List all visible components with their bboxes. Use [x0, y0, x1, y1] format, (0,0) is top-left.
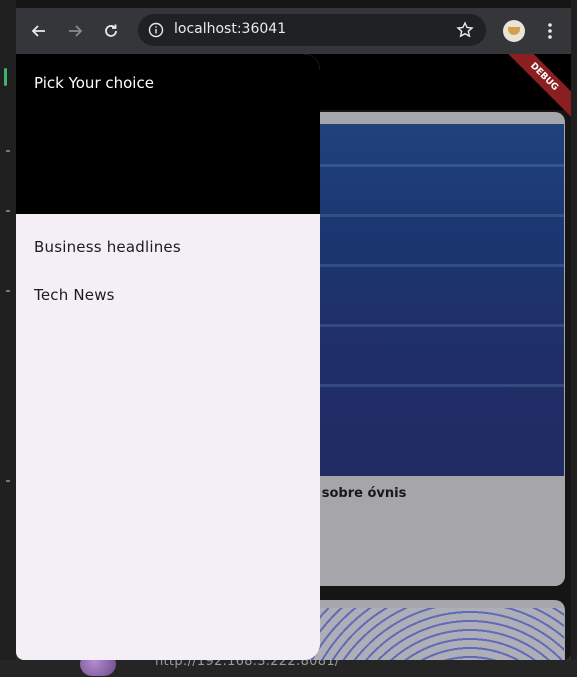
- star-icon[interactable]: [456, 21, 474, 39]
- navigation-drawer: Pick Your choice Business headlines Tech…: [16, 54, 320, 660]
- url-text[interactable]: localhost:36041: [174, 21, 286, 37]
- reload-icon: [105, 24, 117, 37]
- drawer-item-label: Business headlines: [34, 238, 181, 256]
- arrow-left-icon: [31, 25, 45, 37]
- drawer-item-tech-news[interactable]: Tech News: [16, 272, 320, 320]
- profile-avatar[interactable]: [503, 20, 525, 42]
- forward-button[interactable]: [64, 20, 86, 42]
- desktop-tick: [6, 150, 10, 152]
- drawer-header: Pick Your choice: [16, 54, 320, 214]
- drawer-title: Pick Your choice: [34, 74, 154, 92]
- browser-toolbar: localhost:36041: [16, 8, 571, 54]
- desktop-tick: [6, 480, 10, 482]
- app-viewport: gia Elon Musk e fala sobre óvnis DEBUG P…: [16, 54, 571, 660]
- reload-button[interactable]: [100, 20, 122, 42]
- drawer-item-label: Tech News: [34, 286, 115, 304]
- back-button[interactable]: [28, 20, 50, 42]
- tab-strip: [16, 0, 571, 8]
- address-bar[interactable]: localhost:36041: [138, 14, 486, 46]
- desktop-bottom-strip: http://192.168.3.222:8081/: [0, 652, 577, 677]
- desktop-tick: [6, 290, 10, 292]
- browser-menu-button[interactable]: [540, 20, 560, 42]
- arrow-right-icon: [69, 25, 83, 37]
- desktop-left-strip: [0, 0, 16, 677]
- taskbar-active-indicator: [4, 68, 7, 86]
- kebab-menu-icon: [548, 23, 552, 39]
- drawer-item-business-headlines[interactable]: Business headlines: [16, 224, 320, 272]
- desktop-tick: [6, 210, 10, 212]
- browser-window: localhost:36041 gia Elon Musk e fala sob…: [16, 0, 571, 660]
- desktop-right-strip: [571, 0, 577, 677]
- info-icon[interactable]: [148, 22, 164, 38]
